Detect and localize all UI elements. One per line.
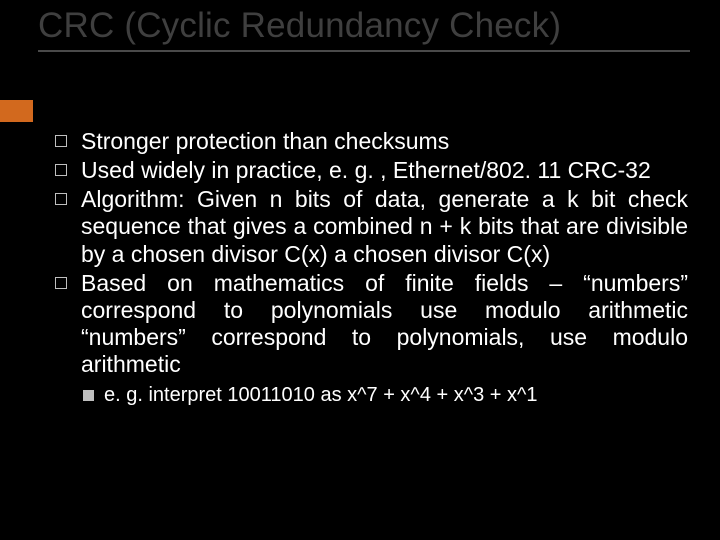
hollow-square-icon	[55, 277, 67, 289]
hollow-square-icon	[55, 164, 67, 176]
slide-title: CRC (Cyclic Redundancy Check)	[38, 6, 690, 46]
slide: CRC (Cyclic Redundancy Check) Stronger p…	[0, 0, 720, 540]
hollow-square-icon	[55, 193, 67, 205]
bullet-text: Based on mathematics of finite fields – …	[81, 270, 688, 379]
list-item: Stronger protection than checksums	[55, 128, 688, 155]
filled-square-icon	[83, 390, 94, 401]
hollow-square-icon	[55, 135, 67, 147]
bullet-text: Used widely in practice, e. g. , Etherne…	[81, 157, 688, 184]
list-item: Based on mathematics of finite fields – …	[55, 270, 688, 379]
list-item: Algorithm: Given n bits of data, generat…	[55, 186, 688, 267]
bullet-text: Algorithm: Given n bits of data, generat…	[81, 186, 688, 267]
bullet-text: Stronger protection than checksums	[81, 128, 688, 155]
list-item: Used widely in practice, e. g. , Etherne…	[55, 157, 688, 184]
title-underline	[38, 50, 690, 52]
content-area: Stronger protection than checksums Used …	[55, 128, 688, 408]
title-block: CRC (Cyclic Redundancy Check)	[38, 6, 690, 52]
subbullet-text: e. g. interpret 10011010 as x^7 + x^4 + …	[104, 384, 688, 408]
accent-bar	[0, 100, 33, 122]
sub-list-item: e. g. interpret 10011010 as x^7 + x^4 + …	[83, 384, 688, 408]
